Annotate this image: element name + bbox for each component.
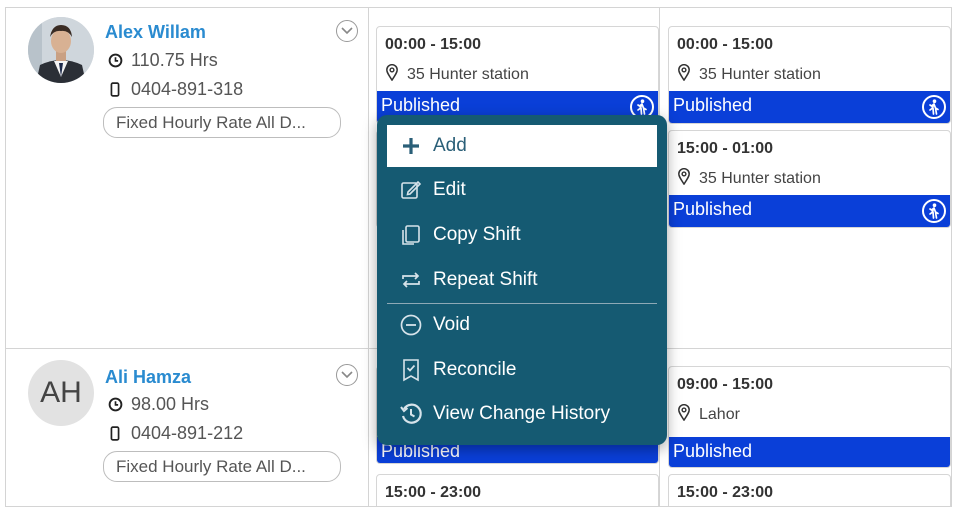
shift-time: 15:00 - 01:00 — [677, 140, 774, 157]
repeat-icon — [399, 268, 423, 292]
pay-rate-badge: Fixed Hourly Rate All D... — [103, 451, 341, 482]
shift-status-label: Published — [381, 95, 461, 115]
menu-item-label: View Change History — [433, 403, 611, 424]
shift-card[interactable]: 00:00 - 15:00 35 Hunter station Publishe… — [668, 26, 951, 124]
walking-person-icon[interactable] — [922, 199, 946, 223]
shift-card[interactable]: 15:00 - 23:00 — [376, 474, 659, 506]
employee-row-alex: Alex Willam 110.75 Hrs 0404-891-318 Fixe… — [6, 8, 368, 348]
menu-item-reconcile[interactable]: Reconcile — [387, 349, 657, 391]
mobile-icon — [107, 82, 123, 98]
shift-time: 15:00 - 23:00 — [385, 484, 482, 501]
shift-location: 35 Hunter station — [677, 167, 821, 190]
edit-icon — [399, 178, 423, 202]
plus-icon — [399, 134, 423, 158]
shift-card[interactable]: 00:00 - 15:00 35 Hunter station Publishe… — [376, 26, 659, 124]
menu-item-label: Copy Shift — [433, 224, 521, 245]
shift-location: 35 Hunter station — [677, 63, 821, 86]
phone-value: 0404-891-212 — [131, 423, 244, 443]
pay-rate-badge: Fixed Hourly Rate All D... — [103, 107, 341, 138]
avatar-photo — [28, 17, 94, 83]
location-pin-icon — [677, 167, 691, 190]
employee-row-ali: AH Ali Hamza 98.00 Hrs 0404-891-212 Fixe… — [6, 349, 368, 506]
shift-location: Lahor — [677, 403, 740, 426]
employee-name[interactable]: Alex Willam — [105, 22, 206, 43]
employee-hours: 110.75 Hrs — [107, 50, 218, 71]
chevron-down-icon[interactable] — [336, 20, 358, 42]
shift-location-label: 35 Hunter station — [699, 170, 821, 187]
hours-value: 110.75 Hrs — [131, 50, 218, 70]
column-divider — [368, 8, 369, 506]
menu-item-add[interactable]: Add — [387, 125, 657, 167]
reconcile-icon — [399, 358, 423, 382]
hours-value: 98.00 Hrs — [131, 394, 210, 414]
menu-item-repeat-shift[interactable]: Repeat Shift — [387, 259, 657, 301]
clock-icon — [107, 397, 123, 413]
shift-status-label: Published — [673, 95, 753, 115]
walking-person-icon[interactable] — [922, 95, 946, 119]
shift-status-bar: Published — [669, 437, 950, 467]
shift-card[interactable]: 09:00 - 15:00 Lahor Published — [668, 366, 951, 468]
shift-time: 15:00 - 23:00 — [677, 484, 774, 501]
shift-location-label: Lahor — [699, 406, 740, 423]
menu-item-label: Edit — [433, 179, 466, 200]
shift-time: 09:00 - 15:00 — [677, 376, 774, 393]
shift-card[interactable]: 15:00 - 01:00 35 Hunter station Publishe… — [668, 130, 951, 228]
location-pin-icon — [677, 403, 691, 426]
shift-status-label: Published — [673, 441, 753, 461]
avatar[interactable] — [28, 17, 94, 83]
shift-time: 00:00 - 15:00 — [677, 36, 774, 53]
location-pin-icon — [677, 63, 691, 86]
employee-phone: 0404-891-212 — [107, 423, 243, 444]
employee-name[interactable]: Ali Hamza — [105, 367, 191, 388]
copy-icon — [399, 223, 423, 247]
shift-location-label: 35 Hunter station — [407, 66, 529, 83]
employee-phone: 0404-891-318 — [107, 79, 243, 100]
void-icon — [399, 313, 423, 337]
chevron-down-icon[interactable] — [336, 364, 358, 386]
shift-location-label: 35 Hunter station — [699, 66, 821, 83]
shift-status-bar: Published — [669, 91, 950, 123]
clock-icon — [107, 53, 123, 69]
employee-hours: 98.00 Hrs — [107, 394, 209, 415]
menu-item-copy-shift[interactable]: Copy Shift — [387, 214, 657, 256]
menu-item-void[interactable]: Void — [387, 304, 657, 346]
shift-location: 35 Hunter station — [385, 63, 529, 86]
mobile-icon — [107, 426, 123, 442]
phone-value: 0404-891-318 — [131, 79, 244, 99]
menu-item-edit[interactable]: Edit — [387, 169, 657, 211]
shift-time: 00:00 - 15:00 — [385, 36, 482, 53]
shift-context-menu: Add Edit Copy Shift Repeat Shift Void Re… — [377, 115, 667, 445]
shift-status-bar: Published — [669, 195, 950, 227]
menu-item-label: Add — [433, 135, 467, 156]
menu-item-label: Void — [433, 314, 470, 335]
menu-item-label: Reconcile — [433, 359, 517, 380]
location-pin-icon — [385, 63, 399, 86]
shift-card[interactable]: 15:00 - 23:00 — [668, 474, 951, 506]
avatar[interactable]: AH — [28, 360, 94, 426]
shift-status-label: Published — [673, 199, 753, 219]
history-icon — [399, 402, 423, 426]
menu-item-label: Repeat Shift — [433, 269, 538, 290]
menu-item-view-change-history[interactable]: View Change History — [387, 393, 657, 435]
